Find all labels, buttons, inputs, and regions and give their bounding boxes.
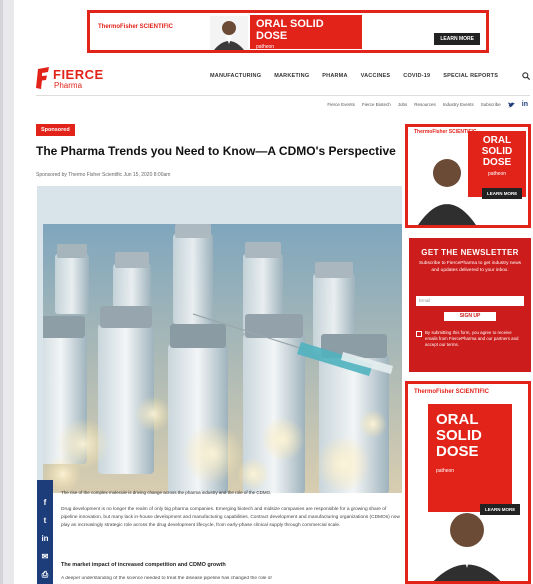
subnav-item[interactable]: Jobs [398,102,408,107]
nav-marketing[interactable]: MARKETING [274,73,309,79]
article-byline: Sponsored by Thermo Fisher Scientific Ju… [36,172,171,178]
ad-person-image [418,159,476,225]
ad-headline: ORAL SOLID DOSE [436,411,482,460]
consent-checkbox[interactable] [416,331,422,337]
article-paragraph: A deeper understanding of the science ne… [61,576,272,581]
hero-image [37,186,402,493]
nav-manufacturing[interactable]: MANUFACTURING [210,73,261,79]
sidebar-ad-tall[interactable]: ThermoFisher SCIENTIFIC ORAL SOLID DOSE … [405,381,531,584]
vials-photo [43,224,402,493]
ad-headline: ORAL SOLID DOSE [256,18,324,42]
linkedin-icon[interactable]: in [522,101,528,108]
article-subheading: The market impact of increased competiti… [61,562,226,568]
twitter-icon[interactable] [507,101,515,108]
site-logo[interactable]: FIERCE Pharma [36,66,116,92]
twitter-share-icon[interactable]: t [44,516,47,525]
consent-text: By submitting this form, you agree to re… [425,330,519,347]
page-container: ThermoFisher SCIENTIFIC ORAL SOLID DOSE … [14,0,533,584]
subnav-item[interactable]: Fierce Biotech [362,102,391,107]
subnav-item[interactable]: Resources [414,102,436,107]
ad-sub: patheon [436,468,455,474]
linkedin-share-icon[interactable]: in [41,534,48,543]
nav-special-reports[interactable]: SPECIAL REPORTS [443,73,498,79]
ad-learn-more-button[interactable]: LEARN MORE [480,504,521,515]
email-share-icon[interactable]: ✉ [42,552,49,561]
ad-learn-more-button[interactable]: LEARN MORE [482,188,523,199]
nav-pharma[interactable]: PHARMA [322,73,347,79]
ad-brand-label: ThermoFisher SCIENTIFIC [98,24,174,30]
logo-subtext: Pharma [54,81,83,90]
newsletter-widget: GET THE NEWSLETTER Subscribe to FiercePh… [409,238,531,372]
sidebar-ad[interactable]: ThermoFisher SCIENTIFIC ORAL SOLID DOSE … [405,124,531,228]
subnav-item[interactable]: Industry Events [443,102,474,107]
ad-headline-box: ORAL SOLID DOSE patheon [428,404,512,512]
fierce-logo-icon [36,67,49,89]
header-divider [36,95,530,96]
logo-text: FIERCE [53,67,104,82]
ad-sub: patheon [256,44,275,50]
ad-person-image [210,16,248,50]
main-nav: MANUFACTURING MARKETING PHARMA VACCINES … [210,73,498,79]
print-icon[interactable]: ⎙ [42,570,48,579]
newsletter-signup-button[interactable]: SIGN UP [444,312,496,321]
subnav-item[interactable]: Fierce Events [327,102,355,107]
top-banner-ad[interactable]: ThermoFisher SCIENTIFIC ORAL SOLID DOSE … [87,10,489,53]
share-bar: f t in ✉ ⎙ [37,480,53,584]
newsletter-heading: GET THE NEWSLETTER [421,248,519,257]
secondary-nav: Fierce Events Fierce Biotech Jobs Resour… [327,101,528,108]
image-caption: The rise of the complex molecule is driv… [61,490,272,495]
subnav-item[interactable]: Subscribe [481,102,501,107]
facebook-share-icon[interactable]: f [44,498,47,507]
nav-covid[interactable]: COVID-19 [403,73,430,79]
ad-brand-label: ThermoFisher SCIENTIFIC [414,389,490,395]
article-title: The Pharma Trends you Need to Know—A CDM… [36,144,396,158]
ad-headline-box: ORAL SOLID DOSE patheon [250,15,362,50]
ad-sub: patheon [487,171,507,177]
sponsored-badge: Sponsored [36,124,75,136]
newsletter-description: Subscribe to FiercePharma to get industr… [418,261,522,273]
ad-learn-more-button[interactable]: LEARN MORE [434,33,480,45]
ad-headline: ORAL SOLID DOSE [481,135,513,168]
nav-vaccines[interactable]: VACCINES [361,73,391,79]
newsletter-email-input[interactable]: Email [416,296,524,306]
page-scrollbar[interactable] [0,0,3,584]
article-paragraph: Drug development is no longer the realm … [61,507,400,528]
consent-row: By submitting this form, you agree to re… [416,330,524,348]
search-icon[interactable] [522,72,530,80]
